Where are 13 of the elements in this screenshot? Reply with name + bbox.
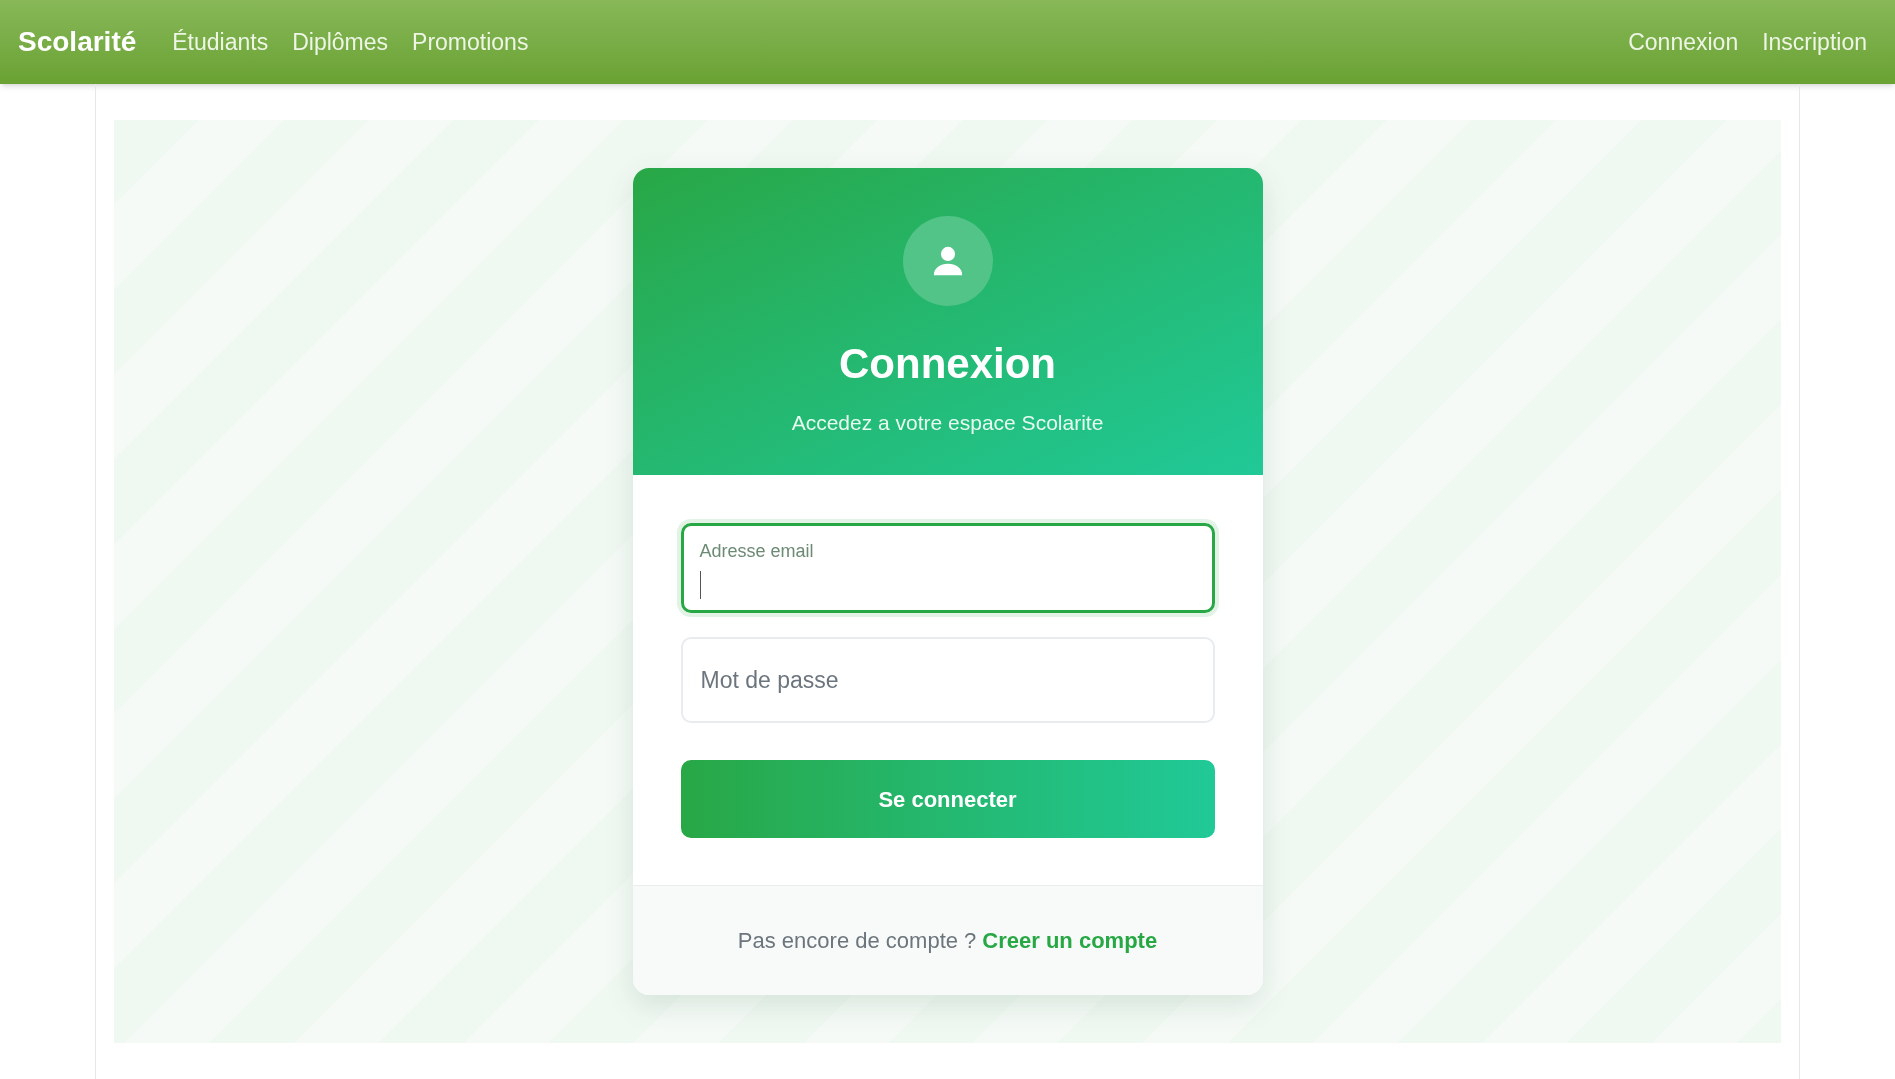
brand-logo[interactable]: Scolarité bbox=[18, 21, 137, 63]
login-button[interactable]: Se connecter bbox=[680, 760, 1215, 838]
nav-link[interactable]: Étudiants bbox=[172, 24, 269, 60]
card-subtitle: Accedez a votre espace Scolarite bbox=[791, 410, 1104, 436]
nav-link[interactable]: Inscription bbox=[1762, 24, 1867, 60]
nav-link[interactable]: Promotions bbox=[412, 24, 529, 60]
nav-link[interactable]: Connexion bbox=[1628, 24, 1739, 60]
footer-text: Pas encore de compte ? bbox=[737, 927, 977, 955]
field-label: Adresse email bbox=[699, 540, 815, 563]
password-field[interactable]: Mot de passe bbox=[680, 637, 1215, 723]
nav-link[interactable]: Diplômes bbox=[292, 24, 389, 60]
card-title: Connexion bbox=[839, 339, 1056, 389]
register-link[interactable]: Creer un compte bbox=[982, 924, 1158, 957]
